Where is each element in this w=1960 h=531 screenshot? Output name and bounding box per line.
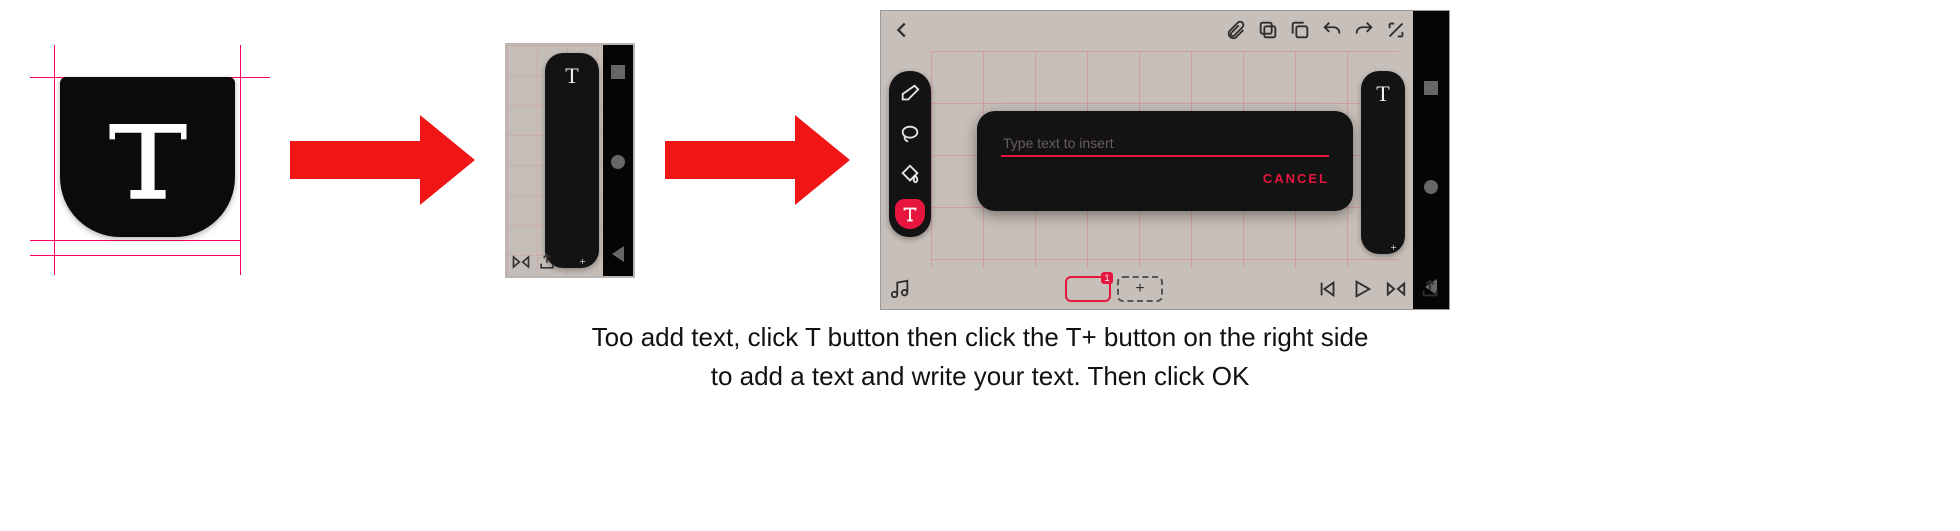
caption-line-1: Too add text, click T button then click … xyxy=(10,318,1950,357)
skip-icon[interactable] xyxy=(1317,278,1339,300)
arrow-right-icon xyxy=(665,115,850,205)
layers-icon[interactable] xyxy=(1257,19,1279,41)
right-tool-pill: T xyxy=(1361,71,1405,254)
step2-right-toolbar-closeup: T xyxy=(505,43,635,278)
share-icon[interactable] xyxy=(537,252,557,272)
insert-text-dialog: CANCEL xyxy=(977,111,1353,211)
text-tool-button[interactable] xyxy=(60,77,235,237)
add-text-button[interactable]: T xyxy=(1376,81,1389,254)
bottom-timeline: 1 + xyxy=(881,269,1449,309)
caption-line-2: to add a text and write your text. Then … xyxy=(10,357,1950,396)
guide-line xyxy=(54,45,55,275)
fill-tool[interactable] xyxy=(895,159,925,189)
plus-icon: + xyxy=(1135,280,1144,298)
timeline-frame[interactable]: 1 xyxy=(1065,276,1111,302)
eraser-tool[interactable] xyxy=(895,79,925,109)
instruction-caption: Too add text, click T button then click … xyxy=(10,318,1950,396)
guide-line xyxy=(240,45,241,275)
attachment-icon[interactable] xyxy=(1225,19,1247,41)
lasso-tool[interactable] xyxy=(895,119,925,149)
left-tool-pill xyxy=(889,71,931,237)
guide-line xyxy=(30,255,240,256)
step1-text-button-closeup xyxy=(30,45,260,275)
redo-icon[interactable] xyxy=(1353,19,1375,41)
play-back-icon[interactable] xyxy=(612,246,624,262)
text-input[interactable] xyxy=(1001,131,1329,157)
bowtie-icon[interactable] xyxy=(511,252,531,272)
add-frame-button[interactable]: + xyxy=(1117,276,1163,302)
share-icon[interactable] xyxy=(1419,278,1441,300)
frame-badge: 1 xyxy=(1101,272,1113,284)
copy-icon[interactable] xyxy=(1289,19,1311,41)
right-rail xyxy=(1413,11,1449,309)
move-icon[interactable] xyxy=(1385,19,1407,41)
add-text-button[interactable]: T xyxy=(565,63,578,268)
cancel-button[interactable]: CANCEL xyxy=(1263,171,1329,186)
guide-line xyxy=(30,240,240,241)
undo-icon[interactable] xyxy=(1321,19,1343,41)
bowtie-icon[interactable] xyxy=(1385,278,1407,300)
play-icon[interactable] xyxy=(1351,278,1373,300)
back-icon[interactable] xyxy=(891,19,913,41)
arrow-right-icon xyxy=(290,115,475,205)
right-tool-pill: T xyxy=(545,53,599,268)
text-tool-active[interactable] xyxy=(895,199,925,229)
right-rail xyxy=(603,45,633,276)
stop-icon[interactable] xyxy=(1424,81,1438,95)
music-icon[interactable] xyxy=(889,278,911,300)
step3-editor-screen: T CANCEL 1 + xyxy=(880,10,1450,310)
record-icon[interactable] xyxy=(1424,180,1438,194)
text-icon xyxy=(93,102,203,212)
top-toolbar xyxy=(881,11,1449,49)
record-icon[interactable] xyxy=(611,155,625,169)
stop-icon[interactable] xyxy=(611,65,625,79)
